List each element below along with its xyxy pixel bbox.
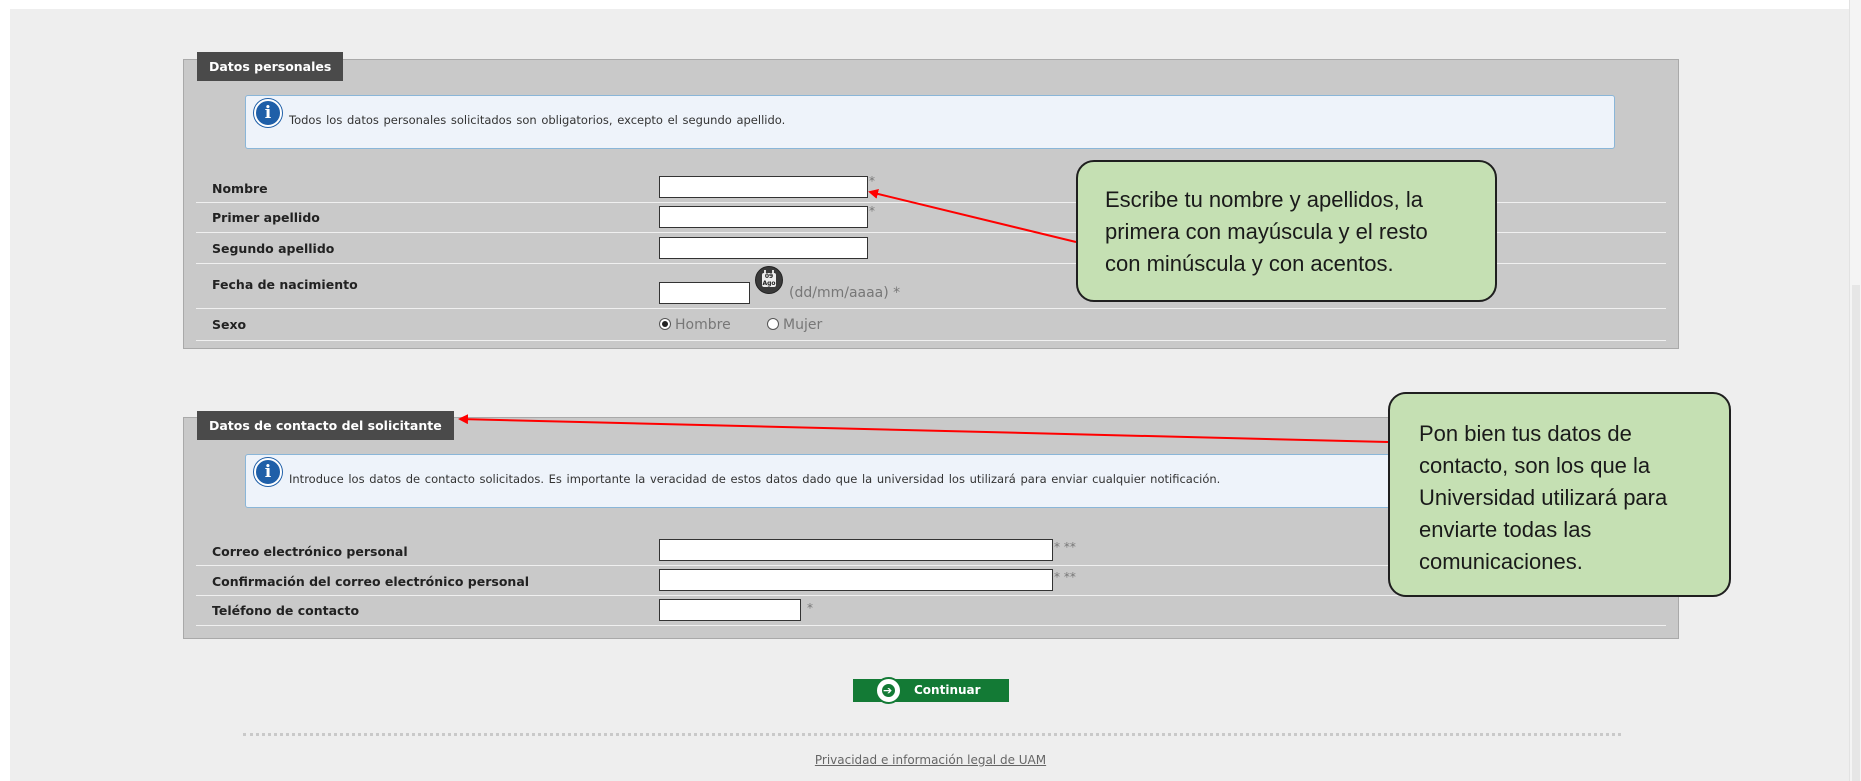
- name-tip-line: Escribe tu nombre y apellidos, la: [1105, 187, 1423, 212]
- required-marker: *: [869, 174, 875, 188]
- footer-divider: [243, 733, 1621, 736]
- required-marker: *: [807, 601, 813, 615]
- name-tip-line: primera con mayúscula y el resto: [1105, 219, 1428, 244]
- label-correo: Correo electrónico personal: [212, 544, 408, 559]
- continue-button[interactable]: ➔ Continuar: [853, 677, 1009, 704]
- radio-hombre[interactable]: Hombre: [659, 317, 731, 333]
- contact-data-legend: Datos de contacto del solicitante: [197, 411, 454, 440]
- calendar-date-text: 09 Ago: [762, 273, 776, 287]
- contact-tip-text: Pon bien tus datos de contacto, son los …: [1419, 418, 1667, 578]
- row-telefono: Teléfono de contacto *: [196, 595, 1666, 626]
- name-tip-line: con minúscula y con acentos.: [1105, 251, 1394, 276]
- label-nombre: Nombre: [212, 181, 268, 196]
- label-confirmacion-correo: Confirmación del correo electrónico pers…: [212, 574, 530, 589]
- radio-button[interactable]: [767, 318, 779, 330]
- confirmacion-correo-input[interactable]: [659, 569, 1053, 591]
- row-sexo: Sexo Hombre Mujer: [196, 308, 1666, 341]
- info-icon: i: [254, 458, 282, 486]
- required-marker: *: [869, 204, 875, 218]
- primer-apellido-input[interactable]: [659, 206, 868, 228]
- correo-input[interactable]: [659, 539, 1053, 561]
- personal-info-box: i Todos los datos personales solicitados…: [245, 95, 1615, 149]
- fecha-nacimiento-input[interactable]: [659, 282, 750, 304]
- radio-mujer-label: Mujer: [783, 317, 823, 333]
- privacy-link[interactable]: Privacidad e información legal de UAM: [0, 753, 1861, 767]
- contact-tip-line: Pon bien tus datos de: [1419, 421, 1632, 446]
- scrollbar-thumb[interactable]: [1852, 285, 1860, 781]
- page-top-strip: [0, 0, 1861, 9]
- date-format-hint: (dd/mm/aaaa) *: [789, 285, 901, 301]
- personal-data-legend: Datos personales: [197, 52, 344, 81]
- contact-tip-line: enviarte todas las: [1419, 517, 1592, 542]
- contact-tip-line: contacto, son los que la: [1419, 453, 1651, 478]
- info-icon: i: [254, 99, 282, 127]
- contact-info-text: Introduce los datos de contacto solicita…: [289, 472, 1221, 486]
- vertical-scrollbar[interactable]: [1849, 0, 1861, 781]
- continue-label: Continuar: [914, 683, 981, 697]
- label-segundo-apellido: Segundo apellido: [212, 241, 335, 256]
- label-fecha-nacimiento: Fecha de nacimiento: [212, 277, 358, 292]
- nombre-input[interactable]: [659, 176, 868, 198]
- radio-hombre-label: Hombre: [675, 317, 731, 333]
- name-tip-callout: Escribe tu nombre y apellidos, la primer…: [1076, 160, 1497, 302]
- segundo-apellido-input[interactable]: [659, 237, 868, 259]
- contact-tip-callout: Pon bien tus datos de contacto, son los …: [1388, 392, 1731, 597]
- label-primer-apellido: Primer apellido: [212, 210, 320, 225]
- contact-tip-line: Universidad utilizará para: [1419, 485, 1668, 510]
- page-left-strip: [0, 0, 10, 781]
- label-sexo: Sexo: [212, 317, 247, 332]
- personal-info-text: Todos los datos personales solicitados s…: [289, 113, 786, 127]
- radio-mujer[interactable]: Mujer: [767, 317, 822, 333]
- name-tip-text: Escribe tu nombre y apellidos, la primer…: [1105, 184, 1428, 280]
- calendar-icon[interactable]: 09 Ago: [755, 266, 783, 294]
- radio-button-selected[interactable]: [659, 318, 671, 330]
- label-telefono: Teléfono de contacto: [212, 603, 360, 618]
- telefono-input[interactable]: [659, 599, 801, 621]
- continue-arrow-icon: ➔: [875, 677, 902, 704]
- email-required-marker: * **: [1054, 540, 1076, 554]
- contact-tip-line: comunicaciones.: [1419, 549, 1583, 574]
- email-required-marker: * **: [1054, 570, 1076, 584]
